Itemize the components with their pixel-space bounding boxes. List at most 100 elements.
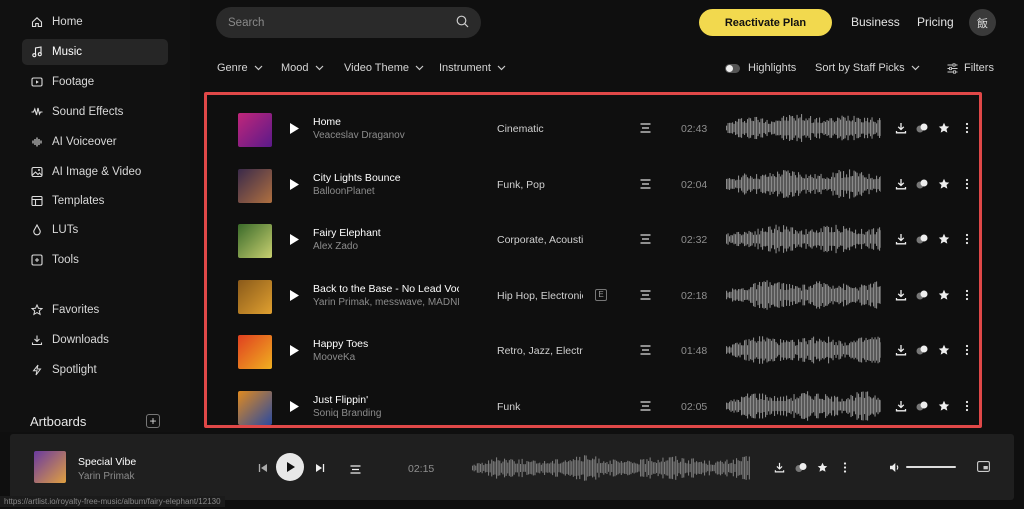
sidebar-item-downloads[interactable]: Downloads	[22, 327, 168, 353]
star-icon[interactable]	[938, 122, 950, 134]
play-button[interactable]	[276, 453, 304, 481]
picture-in-picture-icon[interactable]	[977, 461, 990, 475]
play-icon[interactable]	[289, 122, 300, 135]
download-icon[interactable]	[774, 462, 785, 476]
track-waveform[interactable]	[726, 113, 881, 143]
add-to-artboard-icon[interactable]	[916, 344, 928, 356]
similar-tracks-icon[interactable]	[640, 289, 651, 300]
album-art[interactable]	[238, 335, 272, 369]
star-icon[interactable]	[817, 462, 828, 476]
track-row[interactable]: Back to the Base - No Lead Vocals Yarin P…	[207, 272, 979, 327]
album-art[interactable]	[238, 113, 272, 147]
play-icon[interactable]	[289, 400, 300, 413]
play-icon[interactable]	[289, 344, 300, 357]
mood-filter[interactable]: Mood	[281, 62, 324, 74]
track-waveform[interactable]	[726, 224, 881, 254]
genre-filter[interactable]: Genre	[217, 62, 263, 74]
business-link[interactable]: Business	[851, 15, 900, 29]
track-waveform[interactable]	[726, 390, 881, 421]
track-waveform[interactable]	[726, 168, 881, 199]
star-icon[interactable]	[938, 344, 950, 356]
queue-icon[interactable]	[350, 463, 361, 477]
sidebar-item-footage[interactable]: Footage	[22, 69, 168, 95]
track-genre[interactable]: Funk	[497, 401, 583, 413]
sidebar-item-favorites[interactable]: Favorites	[22, 297, 168, 323]
download-icon[interactable]	[895, 122, 907, 134]
more-options-icon[interactable]	[961, 178, 973, 190]
search-icon[interactable]	[456, 15, 469, 31]
sidebar-item-home[interactable]: Home	[22, 9, 168, 35]
player-waveform[interactable]	[472, 454, 750, 482]
similar-tracks-icon[interactable]	[640, 178, 651, 189]
track-genre[interactable]: Cinematic	[497, 123, 583, 135]
more-options-icon[interactable]	[961, 400, 973, 412]
add-to-artboard-icon[interactable]	[795, 462, 807, 476]
track-genre[interactable]: Retro, Jazz, Electronic	[497, 345, 583, 357]
pricing-link[interactable]: Pricing	[917, 15, 954, 29]
search-input[interactable]	[228, 16, 456, 29]
download-icon[interactable]	[895, 400, 907, 412]
highlights-toggle[interactable]: Highlights	[725, 62, 796, 74]
track-waveform[interactable]	[726, 335, 881, 365]
more-options-icon[interactable]	[961, 233, 973, 245]
track-artist[interactable]: MooveKa	[313, 352, 459, 363]
add-to-artboard-icon[interactable]	[916, 400, 928, 412]
track-genre[interactable]: Funk, Pop	[497, 179, 583, 191]
add-to-artboard-icon[interactable]	[916, 122, 928, 134]
similar-tracks-icon[interactable]	[640, 234, 651, 244]
download-icon[interactable]	[895, 178, 907, 190]
track-row[interactable]: Fairy Elephant Alex Zado Corporate, Acoust…	[207, 216, 979, 271]
download-icon[interactable]	[895, 289, 907, 301]
more-options-icon[interactable]	[961, 344, 973, 356]
sidebar-item-luts[interactable]: LUTs	[22, 217, 168, 243]
avatar[interactable]: 飯	[969, 9, 996, 36]
sidebar-item-music[interactable]: Music	[22, 39, 168, 65]
track-row[interactable]: City Lights Bounce BalloonPlanet Funk, Pop…	[207, 161, 979, 216]
more-options-icon[interactable]	[843, 462, 847, 476]
track-row[interactable]: Happy Toes MooveKa Retro, Jazz, Electronic…	[207, 327, 979, 382]
video-theme-filter[interactable]: Video Theme	[344, 62, 424, 74]
track-title[interactable]: Back to the Base - No Lead Vocals	[313, 283, 459, 295]
sidebar-item-spotlight[interactable]: Spotlight	[22, 357, 168, 383]
filters-button[interactable]: Filters	[947, 62, 994, 74]
add-to-artboard-icon[interactable]	[916, 289, 928, 301]
sort-dropdown[interactable]: Sort by Staff Picks	[815, 62, 920, 74]
player-track-artist[interactable]: Yarin Primak	[78, 471, 135, 482]
player-track-title[interactable]: Special Vibe	[78, 456, 136, 468]
similar-tracks-icon[interactable]	[640, 345, 651, 355]
more-options-icon[interactable]	[961, 122, 973, 134]
instrument-filter[interactable]: Instrument	[439, 62, 506, 74]
track-artist[interactable]: Alex Zado	[313, 241, 459, 252]
track-title[interactable]: Fairy Elephant	[313, 227, 459, 239]
add-to-artboard-icon[interactable]	[916, 178, 928, 190]
add-to-artboard-icon[interactable]	[916, 233, 928, 245]
sidebar-item-sound-effects[interactable]: Sound Effects	[22, 99, 168, 125]
volume-icon[interactable]	[889, 462, 901, 476]
download-icon[interactable]	[895, 344, 907, 356]
track-title[interactable]: City Lights Bounce	[313, 172, 459, 184]
similar-tracks-icon[interactable]	[640, 123, 651, 133]
album-art[interactable]	[238, 168, 272, 203]
album-art[interactable]	[238, 390, 272, 425]
sidebar-item-ai-voiceover[interactable]: AI Voiceover	[22, 129, 168, 155]
track-genre[interactable]: Corporate, Acoustic	[497, 234, 583, 246]
next-track-icon[interactable]	[315, 462, 325, 476]
star-icon[interactable]	[938, 178, 950, 190]
star-icon[interactable]	[938, 289, 950, 301]
track-genre[interactable]: Hip Hop, Electronic	[497, 290, 583, 302]
star-icon[interactable]	[938, 233, 950, 245]
add-artboard-button[interactable]: +	[146, 414, 160, 428]
reactivate-plan-button[interactable]: Reactivate Plan	[699, 9, 832, 36]
similar-tracks-icon[interactable]	[640, 400, 651, 411]
play-icon[interactable]	[289, 289, 300, 302]
play-icon[interactable]	[289, 178, 300, 191]
track-title[interactable]: Just Flippin'	[313, 394, 459, 406]
album-art[interactable]	[238, 279, 272, 314]
download-icon[interactable]	[895, 233, 907, 245]
track-artist[interactable]: Yarin Primak, messwave, MADNICK	[313, 297, 459, 308]
sidebar-item-tools[interactable]: Tools	[22, 247, 168, 273]
track-row[interactable]: Home Veaceslav Draganov Cinematic 02:43	[207, 105, 979, 160]
sidebar-item-templates[interactable]: Templates	[22, 188, 168, 214]
previous-track-icon[interactable]	[258, 462, 268, 476]
track-row[interactable]: Just Flippin' Soniq Branding Funk 02:05	[207, 383, 979, 426]
